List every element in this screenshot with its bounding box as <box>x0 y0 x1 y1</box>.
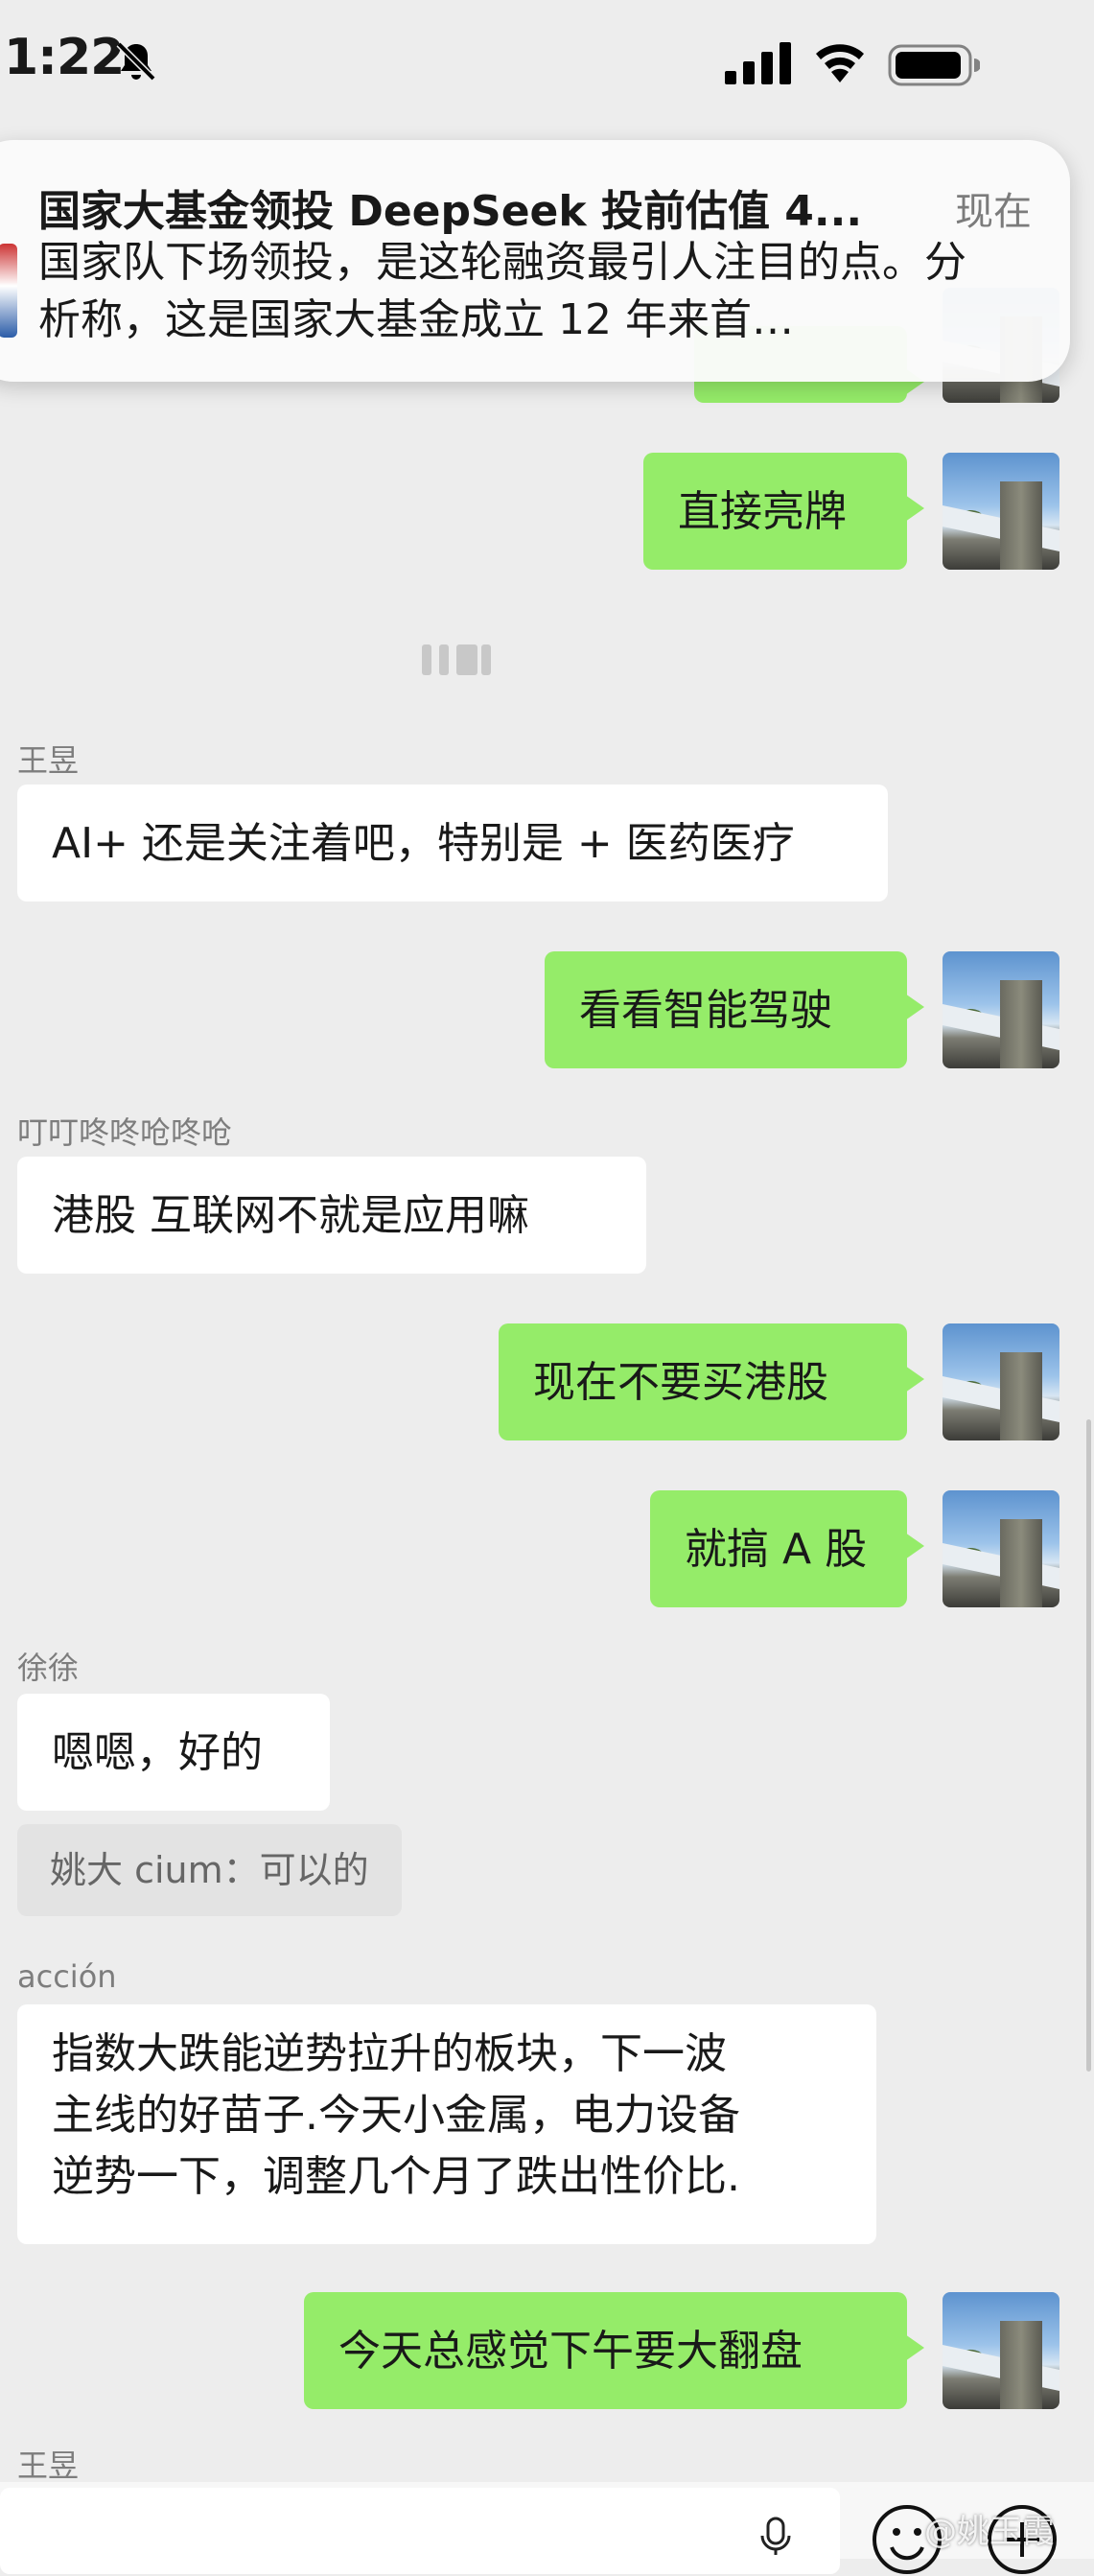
my-avatar[interactable] <box>943 453 1059 570</box>
cellular-signal-icon <box>725 42 791 84</box>
message-input[interactable] <box>0 2488 840 2574</box>
message-bubble-outgoing[interactable]: 直接亮牌 <box>643 453 924 570</box>
message-text: AI+ 还是关注着吧，特别是 + 医药医疗 <box>52 819 795 868</box>
message-text: 看看智能驾驶 <box>579 986 832 1035</box>
message-text: 就搞 A 股 <box>685 1525 868 1574</box>
push-notification[interactable]: 国家大基金领投 DeepSeek 投前估值 4... 现在 国家队下场领投，是这… <box>0 140 1070 382</box>
message-text: 直接亮牌 <box>678 487 847 536</box>
sender-name: 王昱 <box>17 742 80 779</box>
message-text: 嗯嗯，好的 <box>52 1728 263 1777</box>
message-line: 逆势一下，调整几个月了跌出性价比. <box>52 2152 740 2201</box>
battery-icon <box>888 44 980 86</box>
scrollbar[interactable] <box>1086 1419 1091 2072</box>
bell-off-icon <box>116 41 156 82</box>
sender-name: 叮叮咚咚呛咚呛 <box>17 1114 233 1151</box>
message-bubble-incoming[interactable]: 港股 互联网不就是应用嘛 <box>17 1157 646 1274</box>
my-avatar[interactable] <box>943 1323 1059 1440</box>
microphone-icon[interactable] <box>757 2517 794 2555</box>
notification-body: 国家队下场领投，是这轮融资最引人注目的点。分析称，这是国家大基金成立 12 年来… <box>38 238 966 344</box>
wifi-icon <box>816 44 864 82</box>
my-avatar[interactable] <box>943 2292 1059 2409</box>
message-bubble-outgoing[interactable]: 就搞 A 股 <box>650 1490 924 1607</box>
message-bubble-incoming[interactable]: 指数大跌能逆势拉升的板块，下一波 主线的好苗子.今天小金属，电力设备 逆势一下，… <box>17 2004 876 2244</box>
message-line: 指数大跌能逆势拉升的板块，下一波 <box>52 2029 727 2078</box>
quoted-message[interactable]: 姚大 cium：可以的 <box>17 1824 402 1916</box>
message-text: 港股 互联网不就是应用嘛 <box>52 1191 529 1240</box>
message-text: 今天总感觉下午要大翻盘 <box>338 2327 803 2376</box>
my-avatar[interactable] <box>943 1490 1059 1607</box>
sender-name: 徐徐 <box>17 1650 80 1686</box>
message-text: 现在不要买港股 <box>533 1358 828 1407</box>
message-bubble-outgoing[interactable]: 今天总感觉下午要大翻盘 <box>304 2292 924 2409</box>
message-bubble-outgoing[interactable]: 看看智能驾驶 <box>545 951 924 1068</box>
message-bubble-incoming[interactable]: 嗯嗯，好的 <box>17 1694 330 1811</box>
quoted-text: 姚大 cium：可以的 <box>50 1849 369 1891</box>
message-line: 主线的好苗子.今天小金属，电力设备 <box>52 2091 740 2140</box>
status-time: 1:22 <box>4 29 125 86</box>
status-bar: 1:22 <box>0 0 1094 134</box>
notification-title: 国家大基金领投 DeepSeek 投前估值 4... <box>38 187 863 236</box>
watermark: @姚玉霞 <box>924 2513 1055 2551</box>
message-bubble-incoming[interactable]: AI+ 还是关注着吧，特别是 + 医药医疗 <box>17 785 888 902</box>
sender-name: acción <box>17 1958 117 1995</box>
message-bubble-outgoing[interactable]: 现在不要买港股 <box>499 1323 924 1440</box>
loading-indicator <box>422 644 508 683</box>
sender-name: 王昱 <box>17 2447 80 2484</box>
notification-time: 现在 <box>955 190 1032 234</box>
my-avatar[interactable] <box>943 951 1059 1068</box>
news-app-icon <box>0 244 17 338</box>
